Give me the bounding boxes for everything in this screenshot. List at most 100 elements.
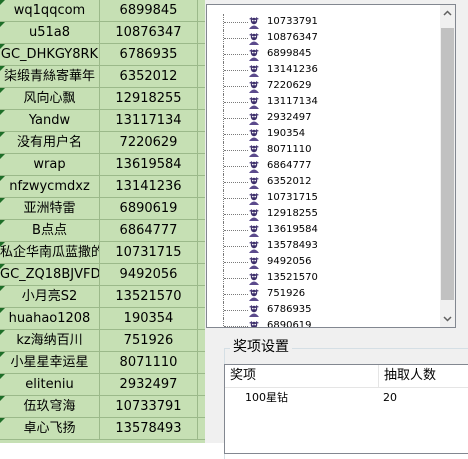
tree-item[interactable]: 751926 — [207, 286, 440, 302]
cell-user-id[interactable]: 13619584 — [100, 154, 198, 175]
sheet-row[interactable]: wq1qqcom 6899845 — [0, 0, 205, 22]
tree-item[interactable]: 13521570 — [207, 270, 440, 286]
user-icon — [247, 191, 261, 205]
tree-item[interactable]: 6864777 — [207, 158, 440, 174]
chevron-up-icon[interactable] — [440, 5, 455, 22]
sheet-row[interactable]: u51a8 10876347 — [0, 22, 205, 44]
cell-user-id[interactable]: 6864777 — [100, 220, 198, 241]
cell-user-id[interactable]: 6890619 — [100, 198, 198, 219]
user-icon — [247, 239, 261, 253]
cell-nickname[interactable]: 没有用户名 — [0, 132, 100, 153]
column-header-count[interactable]: 抽取人数 — [379, 365, 468, 387]
sheet-row[interactable]: 风向心飘 12918255 — [0, 88, 205, 110]
sheet-row[interactable]: 小星星幸运星 8071110 — [0, 352, 205, 374]
tree-item[interactable]: 13619584 — [207, 222, 440, 238]
cell-user-id[interactable]: 10733791 — [100, 396, 198, 417]
sheet-row[interactable]: 亚洲特雷 6890619 — [0, 198, 205, 220]
chevron-down-icon[interactable] — [440, 310, 455, 327]
sheet-row[interactable]: GC_ZQ18BJVFD 9492056 — [0, 264, 205, 286]
tree-item[interactable]: 10731715 — [207, 190, 440, 206]
sheet-row[interactable]: GC_DHKGY8RK 6786935 — [0, 44, 205, 66]
cell-nickname[interactable]: eliteniu — [0, 374, 100, 395]
cell-user-id[interactable]: 12918255 — [100, 88, 198, 109]
cell-user-id[interactable]: 751926 — [100, 330, 198, 351]
cell-user-id[interactable]: 13521570 — [100, 286, 198, 307]
tree-item[interactable]: 13578493 — [207, 238, 440, 254]
tree-item[interactable]: 8071110 — [207, 142, 440, 158]
sheet-row[interactable]: wrap 13619584 — [0, 154, 205, 176]
cell-nickname[interactable]: 小星星幸运星 — [0, 352, 100, 373]
cell-user-id[interactable]: 6352012 — [100, 66, 198, 87]
sheet-row[interactable]: 伍玖穹海 10733791 — [0, 396, 205, 418]
member-tree-view[interactable]: 10733791 10876347 6899845 13141236 7220629 13… — [206, 4, 456, 328]
cell-nickname[interactable]: 卓心飞扬 — [0, 418, 100, 439]
tree-item-label: 2932497 — [267, 112, 312, 123]
tree-item[interactable]: 6890619 — [207, 318, 440, 327]
cell-nickname[interactable]: wrap — [0, 154, 100, 175]
cell-user-id[interactable]: 2932497 — [100, 374, 198, 395]
sheet-row[interactable]: 柒缎青絲寄華年 6352012 — [0, 66, 205, 88]
cell-user-id[interactable]: 7220629 — [100, 132, 198, 153]
cell-nickname[interactable]: 私企华南瓜蓝撒的 — [0, 242, 100, 263]
cell-nickname[interactable]: 伍玖穹海 — [0, 396, 100, 417]
tree-item-label: 6899845 — [267, 48, 312, 59]
cell-user-id[interactable]: 9492056 — [100, 264, 198, 285]
tree-item[interactable]: 7220629 — [207, 78, 440, 94]
cell-user-id[interactable]: 6786935 — [100, 44, 198, 65]
cell-nickname[interactable]: B点点 — [0, 220, 100, 241]
prize-row[interactable]: 100星钻 20 — [225, 389, 468, 407]
tree-item[interactable]: 190354 — [207, 126, 440, 142]
sheet-row[interactable]: B点点 6864777 — [0, 220, 205, 242]
cell-nickname[interactable]: GC_ZQ18BJVFD — [0, 264, 100, 285]
tree-item[interactable]: 9492056 — [207, 254, 440, 270]
tree-item[interactable]: 12918255 — [207, 206, 440, 222]
cell-nickname[interactable]: huahao1208 — [0, 308, 100, 329]
sheet-row[interactable]: eliteniu 2932497 — [0, 374, 205, 396]
cell-user-id[interactable]: 13117134 — [100, 110, 198, 131]
cell-nickname[interactable]: wq1qqcom — [0, 0, 100, 21]
tree-list[interactable]: 10733791 10876347 6899845 13141236 7220629 13… — [207, 5, 440, 327]
sheet-row[interactable]: Yandw 13117134 — [0, 110, 205, 132]
cell-user-id[interactable]: 13141236 — [100, 176, 198, 197]
scrollbar-thumb[interactable] — [441, 28, 454, 300]
tree-item[interactable]: 13117134 — [207, 94, 440, 110]
cell-nickname[interactable]: 小月亮S2 — [0, 286, 100, 307]
cell-nickname[interactable]: 亚洲特雷 — [0, 198, 100, 219]
cell-user-id[interactable]: 10731715 — [100, 242, 198, 263]
tree-item[interactable]: 6786935 — [207, 302, 440, 318]
tree-item[interactable]: 10733791 — [207, 14, 440, 30]
sheet-row[interactable]: huahao1208 190354 — [0, 308, 205, 330]
cell-comment-marker — [0, 0, 5, 5]
cell-user-id[interactable]: 10876347 — [100, 22, 198, 43]
tree-item-label: 9492056 — [267, 256, 312, 267]
cell-user-id[interactable]: 13578493 — [100, 418, 198, 439]
sheet-row[interactable]: 私企华南瓜蓝撒的 10731715 — [0, 242, 205, 264]
cell-nickname[interactable]: kz海纳百川 — [0, 330, 100, 351]
tree-item[interactable]: 6899845 — [207, 46, 440, 62]
tree-item[interactable]: 2932497 — [207, 110, 440, 126]
tree-item[interactable]: 10876347 — [207, 30, 440, 46]
cell-nickname[interactable]: Yandw — [0, 110, 100, 131]
prize-list-view[interactable]: 奖项 抽取人数 100星钻 20 — [224, 364, 468, 454]
cell-user-id[interactable]: 6899845 — [100, 0, 198, 21]
cell-nickname[interactable]: u51a8 — [0, 22, 100, 43]
cell-user-id[interactable]: 8071110 — [100, 352, 198, 373]
column-header-prize[interactable]: 奖项 — [225, 365, 379, 387]
sheet-row[interactable]: kz海纳百川 751926 — [0, 330, 205, 352]
cell-user-id[interactable]: 190354 — [100, 308, 198, 329]
cell-comment-marker — [0, 374, 5, 379]
tree-item[interactable]: 13141236 — [207, 62, 440, 78]
tree-connector — [224, 102, 248, 103]
sheet-row[interactable]: 小月亮S2 13521570 — [0, 286, 205, 308]
sheet-row[interactable]: 卓心飞扬 13578493 — [0, 418, 205, 440]
sheet-row[interactable]: 没有用户名 7220629 — [0, 132, 205, 154]
cell-comment-marker — [0, 330, 5, 335]
cell-nickname[interactable]: GC_DHKGY8RK — [0, 44, 100, 65]
sheet-row[interactable]: nfzwycmdxz 13141236 — [0, 176, 205, 198]
cell-nickname[interactable]: 风向心飘 — [0, 88, 100, 109]
cell-nickname[interactable]: 柒缎青絲寄華年 — [0, 66, 100, 87]
tree-item-label: 12918255 — [267, 208, 318, 219]
cell-nickname[interactable]: nfzwycmdxz — [0, 176, 100, 197]
tree-item[interactable]: 6352012 — [207, 174, 440, 190]
tree-scrollbar[interactable] — [440, 5, 455, 327]
